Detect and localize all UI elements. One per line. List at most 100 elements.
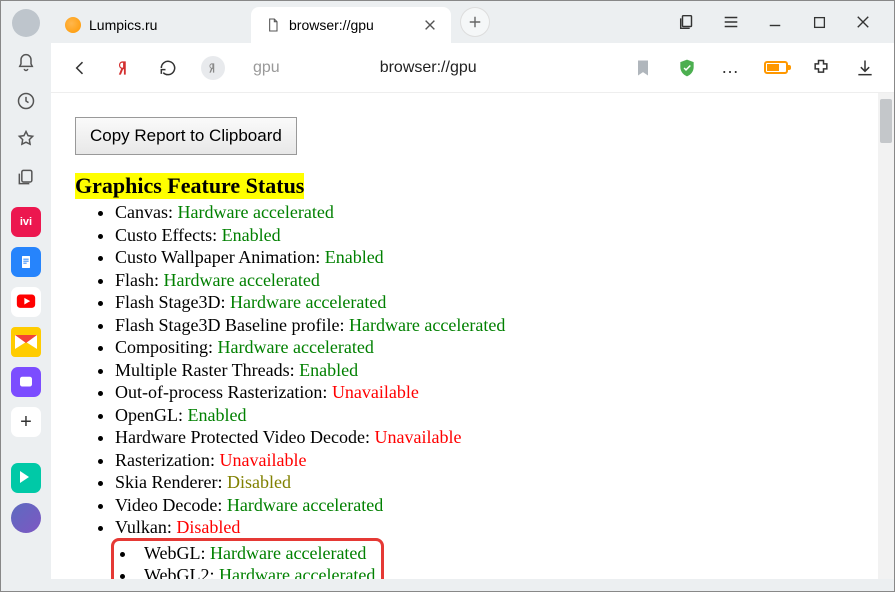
feature-value: Unavailable (374, 427, 461, 447)
yandex-home-icon[interactable] (113, 57, 135, 79)
toolbar: gpu browser://gpu … (51, 43, 894, 93)
feature-value: Enabled (222, 225, 281, 245)
feature-row: Multiple Raster Threads: Enabled (115, 359, 854, 382)
app-ivi-icon[interactable]: ivi (11, 207, 41, 237)
feature-label: WebGL: (144, 543, 210, 563)
feature-row: Custo Effects: Enabled (115, 224, 854, 247)
bell-icon[interactable] (14, 51, 38, 75)
address-bar[interactable]: gpu browser://gpu (253, 59, 477, 77)
tab-lumpics[interactable]: Lumpics.ru (51, 7, 251, 43)
feature-label: Video Decode: (115, 495, 227, 515)
pinned-apps: ivi + (11, 207, 41, 533)
battery-icon[interactable] (764, 61, 788, 74)
feature-label: Custo Effects: (115, 225, 222, 245)
feature-label: Flash Stage3D Baseline profile: (115, 315, 349, 335)
feature-value: Unavailable (219, 450, 306, 470)
address-url: browser://gpu (380, 59, 477, 77)
feature-row-highlighted: WebGL2: Hardware accelerated (116, 564, 375, 579)
menu-icon[interactable] (722, 13, 740, 31)
left-rail: ivi + (1, 1, 51, 581)
feature-value: Hardware accelerated (227, 495, 383, 515)
feature-label: Hardware Protected Video Decode: (115, 427, 374, 447)
scrollbar-thumb[interactable] (880, 99, 892, 143)
bookmark-icon[interactable] (632, 57, 654, 79)
tab-title: browser://gpu (289, 17, 374, 33)
feature-value: Hardware accelerated (218, 337, 374, 357)
favicon-icon (65, 17, 81, 33)
feature-value: Unavailable (332, 382, 419, 402)
tabs-overview-icon[interactable] (678, 13, 696, 31)
feature-value: Enabled (299, 360, 358, 380)
close-icon[interactable] (423, 18, 437, 32)
more-icon[interactable]: … (720, 57, 742, 79)
feature-row: Video Decode: Hardware accelerated (115, 494, 854, 517)
feature-row: Rasterization: Unavailable (115, 449, 854, 472)
feature-row: Flash Stage3D: Hardware accelerated (115, 291, 854, 314)
copy-report-button[interactable]: Copy Report to Clipboard (75, 117, 297, 155)
feature-row: Custo Wallpaper Animation: Enabled (115, 246, 854, 269)
minimize-icon[interactable] (766, 13, 784, 31)
section-title-status: Graphics Feature Status (75, 173, 304, 199)
window-chin (1, 579, 894, 591)
feature-value: Hardware accelerated (164, 270, 320, 290)
feature-value: Hardware accelerated (230, 292, 386, 312)
feature-label: Custo Wallpaper Animation: (115, 247, 325, 267)
feature-label: Out-of-process Rasterization: (115, 382, 332, 402)
feature-label: Flash Stage3D: (115, 292, 230, 312)
back-icon[interactable] (69, 57, 91, 79)
tab-gpu[interactable]: browser://gpu (251, 7, 451, 43)
feature-value: Hardware accelerated (210, 543, 366, 563)
feature-row: OpenGL: Enabled (115, 404, 854, 427)
app-docs-icon[interactable] (11, 247, 41, 277)
reload-icon[interactable] (157, 57, 179, 79)
feature-label: Canvas: (115, 202, 178, 222)
feature-label: Rasterization: (115, 450, 219, 470)
window-controls (678, 13, 894, 31)
highlighted-rows: WebGL: Hardware acceleratedWebGL2: Hardw… (111, 538, 384, 580)
feature-value: Hardware accelerated (349, 315, 505, 335)
feature-label: Vulkan: (115, 517, 176, 537)
history-icon[interactable] (14, 89, 38, 113)
new-tab-button[interactable] (461, 8, 489, 36)
collections-icon[interactable] (14, 165, 38, 189)
bookmark-star-icon[interactable] (14, 127, 38, 151)
feature-row: Hardware Protected Video Decode: Unavail… (115, 426, 854, 449)
app-purple-icon[interactable] (11, 367, 41, 397)
feature-value: Enabled (325, 247, 384, 267)
feature-row: Skia Renderer: Disabled (115, 471, 854, 494)
scrollbar[interactable] (878, 93, 894, 591)
feature-row: Canvas: Hardware accelerated (115, 201, 854, 224)
feature-label: OpenGL: (115, 405, 187, 425)
shield-icon[interactable] (676, 57, 698, 79)
feature-value: Disabled (227, 472, 291, 492)
extensions-icon[interactable] (810, 57, 832, 79)
feature-label: WebGL2: (144, 565, 219, 579)
feature-label: Flash: (115, 270, 164, 290)
feature-value: Enabled (187, 405, 246, 425)
site-info-icon[interactable] (201, 56, 225, 80)
tab-title: Lumpics.ru (89, 17, 157, 33)
feature-label: Compositing: (115, 337, 218, 357)
downloads-icon[interactable] (854, 57, 876, 79)
feature-value: Hardware accelerated (219, 565, 375, 579)
feature-row: Vulkan: Disabled (115, 516, 854, 539)
app-mail-icon[interactable] (11, 327, 41, 357)
app-teal-icon[interactable] (11, 463, 41, 493)
address-prefix: gpu (253, 59, 280, 77)
feature-row: Flash Stage3D Baseline profile: Hardware… (115, 314, 854, 337)
app-assistant-icon[interactable] (11, 503, 41, 533)
feature-row-highlighted: WebGL: Hardware accelerated (116, 542, 375, 565)
feature-label: Multiple Raster Threads: (115, 360, 299, 380)
avatar[interactable] (12, 9, 40, 37)
add-app-button[interactable]: + (11, 407, 41, 437)
window-close-icon[interactable] (854, 13, 872, 31)
maximize-icon[interactable] (810, 13, 828, 31)
feature-label: Skia Renderer: (115, 472, 227, 492)
feature-row: Flash: Hardware accelerated (115, 269, 854, 292)
page-icon (265, 17, 281, 33)
feature-row: Out-of-process Rasterization: Unavailabl… (115, 381, 854, 404)
app-youtube-icon[interactable] (11, 287, 41, 317)
feature-value: Hardware accelerated (178, 202, 334, 222)
feature-row: Compositing: Hardware accelerated (115, 336, 854, 359)
tab-strip: Lumpics.ru browser://gpu (51, 1, 894, 43)
